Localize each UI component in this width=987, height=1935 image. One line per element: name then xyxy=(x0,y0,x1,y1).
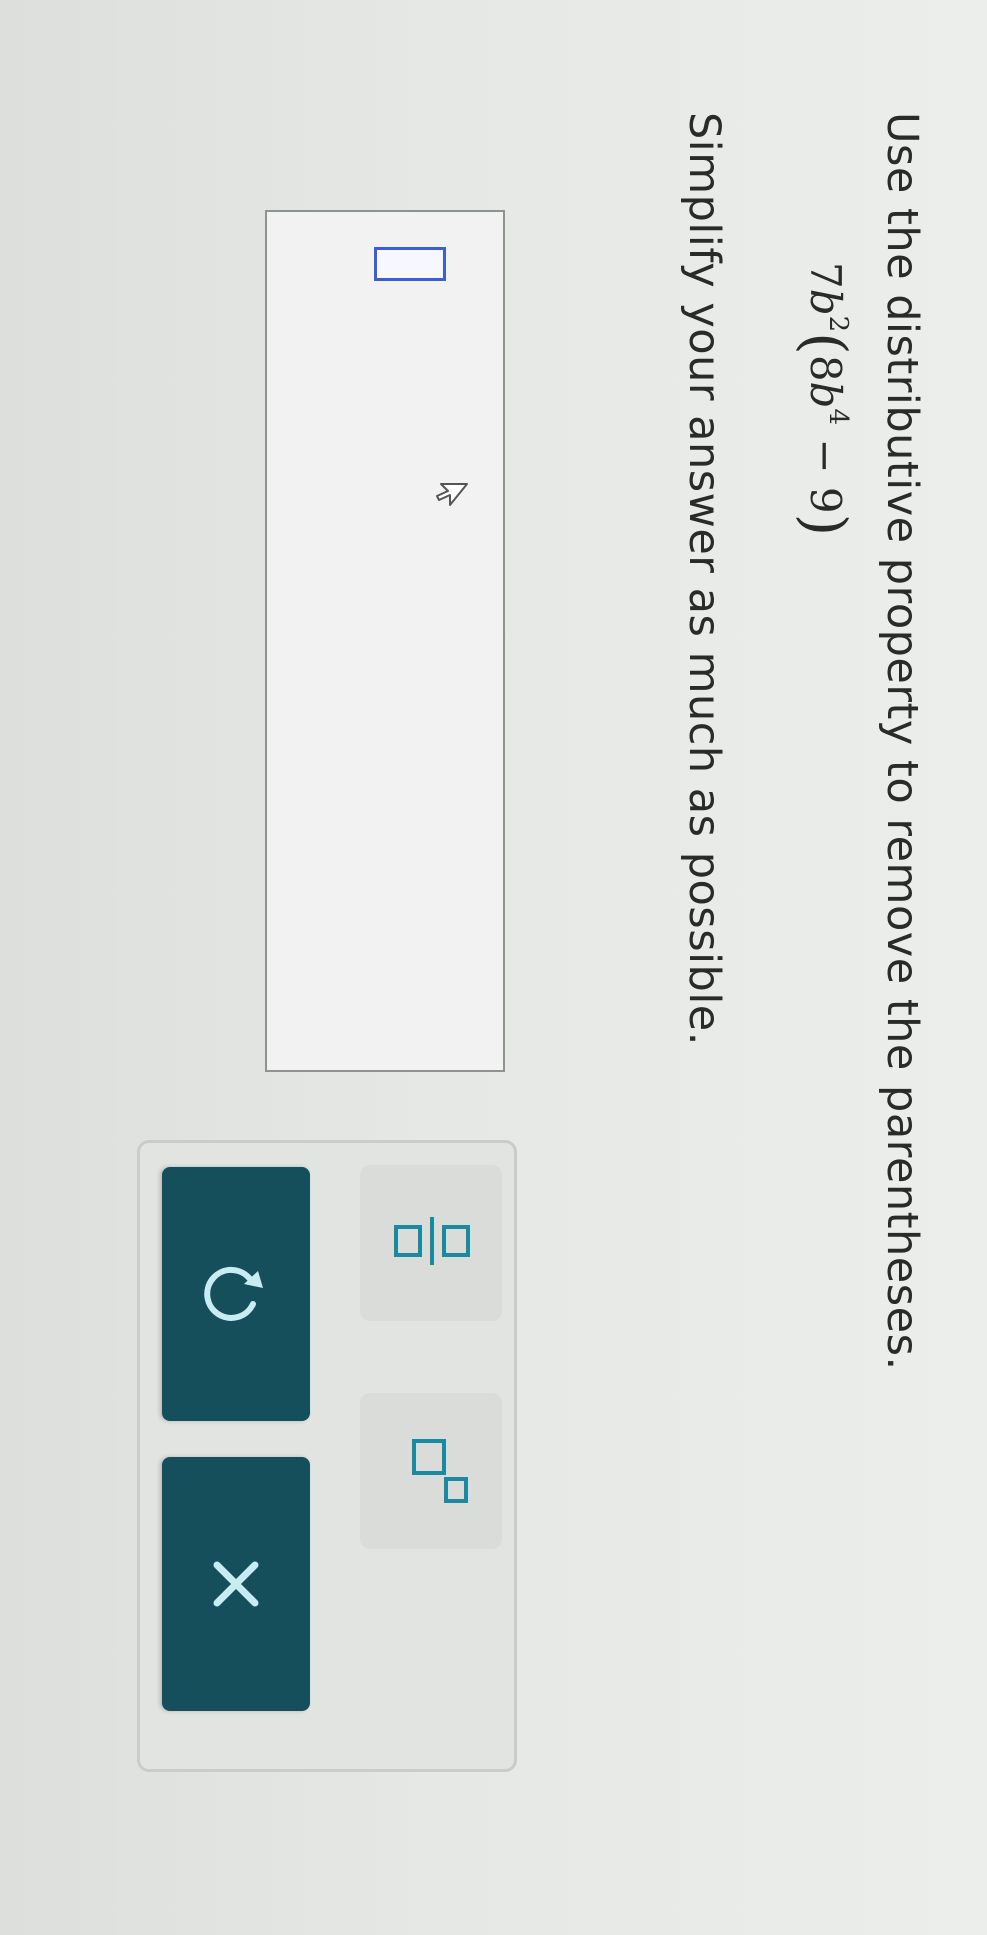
expression-operator: − xyxy=(801,438,850,474)
undo-icon xyxy=(204,1266,263,1321)
exponent-button[interactable] xyxy=(360,1393,502,1549)
open-paren: ( xyxy=(791,332,859,355)
expression-base: b xyxy=(801,288,850,316)
clear-icon xyxy=(213,1561,259,1607)
answer-input-slot[interactable] xyxy=(374,247,446,281)
question-instruction: Use the distributive property to remove … xyxy=(877,112,927,1371)
mouse-cursor-icon xyxy=(436,483,468,506)
math-toolbar xyxy=(137,1140,517,1772)
clear-button[interactable] xyxy=(162,1457,310,1711)
math-expression: 7b2(8b4 − 9) xyxy=(791,262,859,536)
answer-input-area[interactable] xyxy=(265,210,505,1072)
exponent-icon xyxy=(412,1439,468,1503)
expression-coefficient: 7 xyxy=(801,262,850,289)
expression-exponent: 2 xyxy=(823,315,853,333)
expression-inner-base: b xyxy=(801,381,850,409)
undo-button[interactable] xyxy=(162,1167,310,1421)
question-panel: Use the distributive property to remove … xyxy=(0,0,987,1935)
screen: Use the distributive property to remove … xyxy=(0,0,987,1935)
close-paren: ) xyxy=(791,513,859,537)
expression-inner-coefficient: 8 xyxy=(801,354,850,382)
simplify-instruction: Simplify your answer as much as possible… xyxy=(679,112,729,1046)
expression-inner-exponent: 4 xyxy=(823,408,853,425)
fraction-button[interactable] xyxy=(360,1165,502,1321)
expression-constant: 9 xyxy=(801,486,850,514)
fraction-icon xyxy=(394,1217,470,1265)
